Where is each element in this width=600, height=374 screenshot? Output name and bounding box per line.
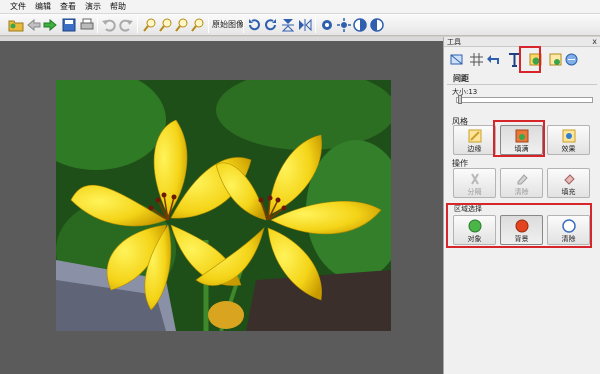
crop-icon[interactable] bbox=[449, 52, 464, 67]
forward-icon[interactable] bbox=[42, 17, 58, 33]
size-slider[interactable] bbox=[456, 97, 593, 103]
flip-horizontal-icon[interactable] bbox=[297, 17, 313, 33]
menu-bar: 文件 编辑 查看 演示 帮助 bbox=[0, 0, 600, 14]
effect-button[interactable]: 效果 bbox=[547, 125, 590, 155]
settings-icon[interactable] bbox=[319, 17, 335, 33]
split-button[interactable]: 分隔 bbox=[453, 168, 496, 198]
image-canvas[interactable] bbox=[0, 37, 443, 374]
original-image-button[interactable]: 原始图像 bbox=[212, 19, 244, 30]
saturation-icon[interactable] bbox=[369, 17, 385, 33]
undo-icon[interactable] bbox=[101, 17, 117, 33]
highlight-fill-tool bbox=[519, 46, 541, 73]
rotate-right-icon[interactable] bbox=[263, 17, 279, 33]
edge-icon bbox=[468, 129, 481, 143]
redo-icon[interactable] bbox=[118, 17, 134, 33]
zoom-out-icon[interactable] bbox=[158, 17, 174, 33]
section-spacing-title: 间距 bbox=[453, 74, 469, 83]
rotate-left-icon[interactable] bbox=[246, 17, 262, 33]
color-tool-icon[interactable] bbox=[548, 52, 563, 67]
save-icon[interactable] bbox=[61, 17, 77, 33]
fill-op-icon bbox=[563, 174, 575, 185]
menu-edit[interactable]: 编辑 bbox=[35, 1, 51, 12]
panel-title-text: 工具 bbox=[447, 38, 461, 46]
stamp-icon[interactable] bbox=[564, 52, 579, 67]
close-icon[interactable]: x bbox=[592, 37, 597, 47]
split-label: 分隔 bbox=[467, 188, 482, 196]
contrast-icon[interactable] bbox=[352, 17, 368, 33]
edge-button[interactable]: 边缘 bbox=[453, 125, 496, 155]
fill-op-label: 填充 bbox=[561, 188, 576, 196]
back-icon[interactable] bbox=[26, 17, 42, 33]
size-slider-thumb[interactable] bbox=[458, 95, 462, 104]
toolbar: 原始图像 bbox=[0, 14, 600, 36]
effect-icon bbox=[562, 129, 575, 143]
menu-view[interactable]: 查看 bbox=[60, 1, 76, 12]
eraser-icon bbox=[517, 174, 528, 185]
erase-label: 清除 bbox=[514, 188, 529, 196]
print-icon[interactable] bbox=[79, 17, 95, 33]
size-label: 大小:13 bbox=[452, 88, 478, 96]
brightness-icon[interactable] bbox=[336, 17, 352, 33]
highlight-fill-button bbox=[493, 120, 545, 157]
zoom-actual-icon[interactable] bbox=[190, 17, 206, 33]
undo-arrow-icon[interactable] bbox=[486, 52, 501, 67]
open-icon[interactable] bbox=[8, 17, 24, 33]
erase-button[interactable]: 清除 bbox=[500, 168, 543, 198]
zoom-fit-icon[interactable] bbox=[174, 17, 190, 33]
zoom-in-icon[interactable] bbox=[142, 17, 158, 33]
highlight-region-select bbox=[446, 203, 592, 248]
menu-file[interactable]: 文件 bbox=[10, 1, 26, 12]
lily-photo bbox=[56, 80, 391, 331]
grid-icon[interactable] bbox=[469, 52, 484, 67]
effect-label: 效果 bbox=[561, 145, 576, 153]
split-icon bbox=[470, 173, 479, 185]
menu-help[interactable]: 帮助 bbox=[110, 1, 126, 12]
menu-present[interactable]: 演示 bbox=[85, 1, 101, 12]
fill-op-button[interactable]: 填充 bbox=[547, 168, 590, 198]
flip-vertical-icon[interactable] bbox=[280, 17, 296, 33]
edge-label: 边缘 bbox=[467, 145, 482, 153]
